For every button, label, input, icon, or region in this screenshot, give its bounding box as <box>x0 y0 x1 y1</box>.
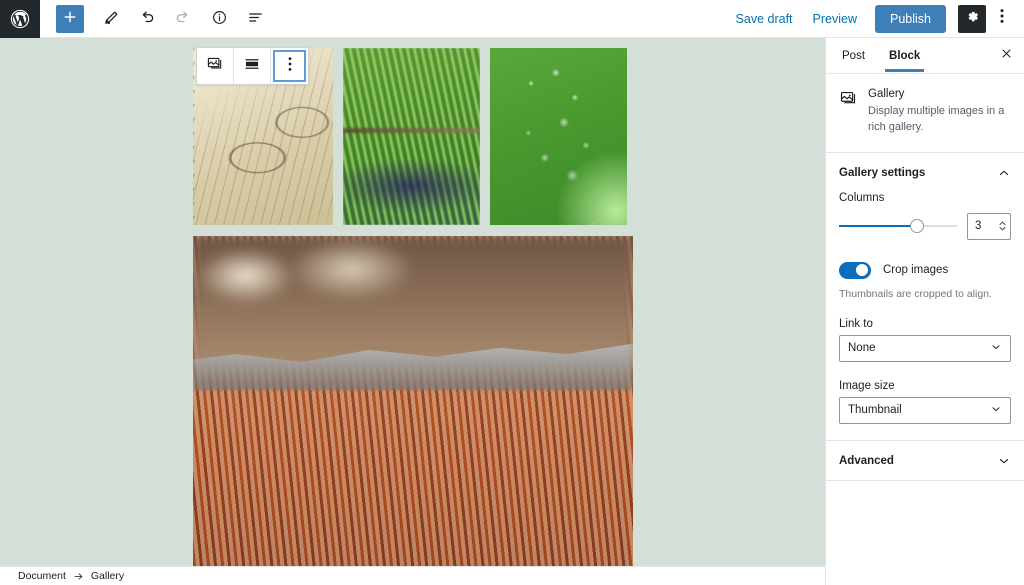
gallery-image-2[interactable] <box>343 48 480 225</box>
change-block-type-button[interactable] <box>197 48 234 84</box>
advanced-panel-header[interactable]: Advanced <box>826 441 1024 480</box>
undo-button[interactable] <box>132 5 162 33</box>
gallery-image-4-art <box>193 236 633 566</box>
list-view-icon <box>247 9 264 29</box>
gallery-image-3[interactable] <box>490 48 627 225</box>
link-to-select[interactable]: None <box>839 334 1011 362</box>
redo-button[interactable] <box>168 5 198 33</box>
gallery-image-4[interactable] <box>193 236 633 566</box>
add-block-button[interactable] <box>56 4 84 33</box>
editor-canvas[interactable] <box>0 38 825 566</box>
gallery-settings-title: Gallery settings <box>839 166 926 179</box>
gallery-settings-body: Columns 3 Crop images Thumbnails are cro… <box>826 192 1024 440</box>
settings-sidebar: Post Block Gallery Display multiple imag… <box>825 38 1024 585</box>
gutenberg-editor: Save draft Preview Publish Post Block Ga… <box>0 0 1024 585</box>
top-bar-tools <box>40 4 276 33</box>
align-wide-icon <box>243 55 261 78</box>
arrow-right-icon <box>73 571 84 582</box>
gallery-block-icon <box>206 55 224 78</box>
close-sidebar-button[interactable] <box>992 42 1020 70</box>
plus-icon <box>62 9 78 28</box>
link-to-label: Link to <box>839 317 873 330</box>
advanced-panel: Advanced <box>826 441 1024 481</box>
crop-images-label: Crop images <box>883 264 949 277</box>
link-to-value: None <box>848 342 876 355</box>
crop-images-toggle[interactable] <box>839 261 871 279</box>
slider-fill <box>839 225 917 228</box>
columns-control: 3 <box>839 212 1011 240</box>
top-bar-actions: Save draft Preview Publish <box>726 4 1024 33</box>
columns-spinner[interactable] <box>998 219 1007 233</box>
block-toolbar <box>196 47 309 85</box>
image-size-label: Image size <box>839 379 895 392</box>
edit-tool-button[interactable] <box>96 5 126 33</box>
gallery-settings-panel: Gallery settings Columns 3 Crop images T… <box>826 153 1024 441</box>
close-icon <box>1000 47 1013 64</box>
columns-number-input[interactable]: 3 <box>967 212 1011 240</box>
breadcrumb-gallery[interactable]: Gallery <box>91 570 124 582</box>
vertical-dots-icon <box>1000 8 1004 29</box>
align-button[interactable] <box>234 48 271 84</box>
save-draft-button[interactable]: Save draft <box>726 6 803 32</box>
chevron-down-icon <box>997 454 1011 468</box>
chevron-up-icon <box>997 166 1011 180</box>
advanced-title: Advanced <box>839 454 894 467</box>
wordpress-logo-button[interactable] <box>0 0 40 38</box>
wordpress-logo-icon <box>9 8 31 30</box>
image-size-select[interactable]: Thumbnail <box>839 396 1011 424</box>
columns-value: 3 <box>975 220 982 233</box>
vertical-dots-icon <box>288 56 292 77</box>
tab-post[interactable]: Post <box>830 40 877 71</box>
chevron-down-icon <box>990 403 1002 418</box>
block-card-description: Display multiple images in a rich galler… <box>868 105 1005 133</box>
tab-block[interactable]: Block <box>877 40 932 72</box>
redo-arrow-icon <box>174 8 192 29</box>
gear-icon <box>965 9 980 29</box>
pencil-icon <box>103 9 120 29</box>
gallery-settings-panel-header[interactable]: Gallery settings <box>826 153 1024 192</box>
block-options-button[interactable] <box>271 48 308 84</box>
gallery-block-icon <box>839 88 858 136</box>
more-options-button[interactable] <box>990 5 1014 33</box>
sidebar-tabs: Post Block <box>826 38 1024 74</box>
undo-arrow-icon <box>138 8 156 29</box>
editor-top-bar: Save draft Preview Publish <box>0 0 1024 38</box>
gallery-image-3-art <box>490 48 627 225</box>
list-view-button[interactable] <box>240 5 270 33</box>
details-button[interactable] <box>204 5 234 33</box>
publish-button[interactable]: Publish <box>875 4 946 33</box>
gallery-block[interactable] <box>193 48 633 566</box>
breadcrumb-document[interactable]: Document <box>18 570 66 582</box>
crop-images-control: Crop images <box>839 261 1011 279</box>
columns-slider[interactable] <box>839 217 957 235</box>
preview-button[interactable]: Preview <box>803 6 867 32</box>
editor-status-bar: Document Gallery <box>0 566 825 585</box>
settings-toggle-button[interactable] <box>958 4 986 33</box>
chevron-down-icon <box>990 341 1002 356</box>
columns-label: Columns <box>839 191 885 204</box>
toggle-knob <box>856 264 868 277</box>
slider-thumb[interactable] <box>909 219 924 234</box>
image-size-value: Thumbnail <box>848 404 902 417</box>
block-card-title: Gallery <box>868 88 905 100</box>
info-circle-icon <box>211 9 228 29</box>
gallery-image-2-art <box>343 48 480 225</box>
crop-images-help: Thumbnails are cropped to align. <box>839 287 992 300</box>
block-info-card: Gallery Display multiple images in a ric… <box>826 74 1024 153</box>
